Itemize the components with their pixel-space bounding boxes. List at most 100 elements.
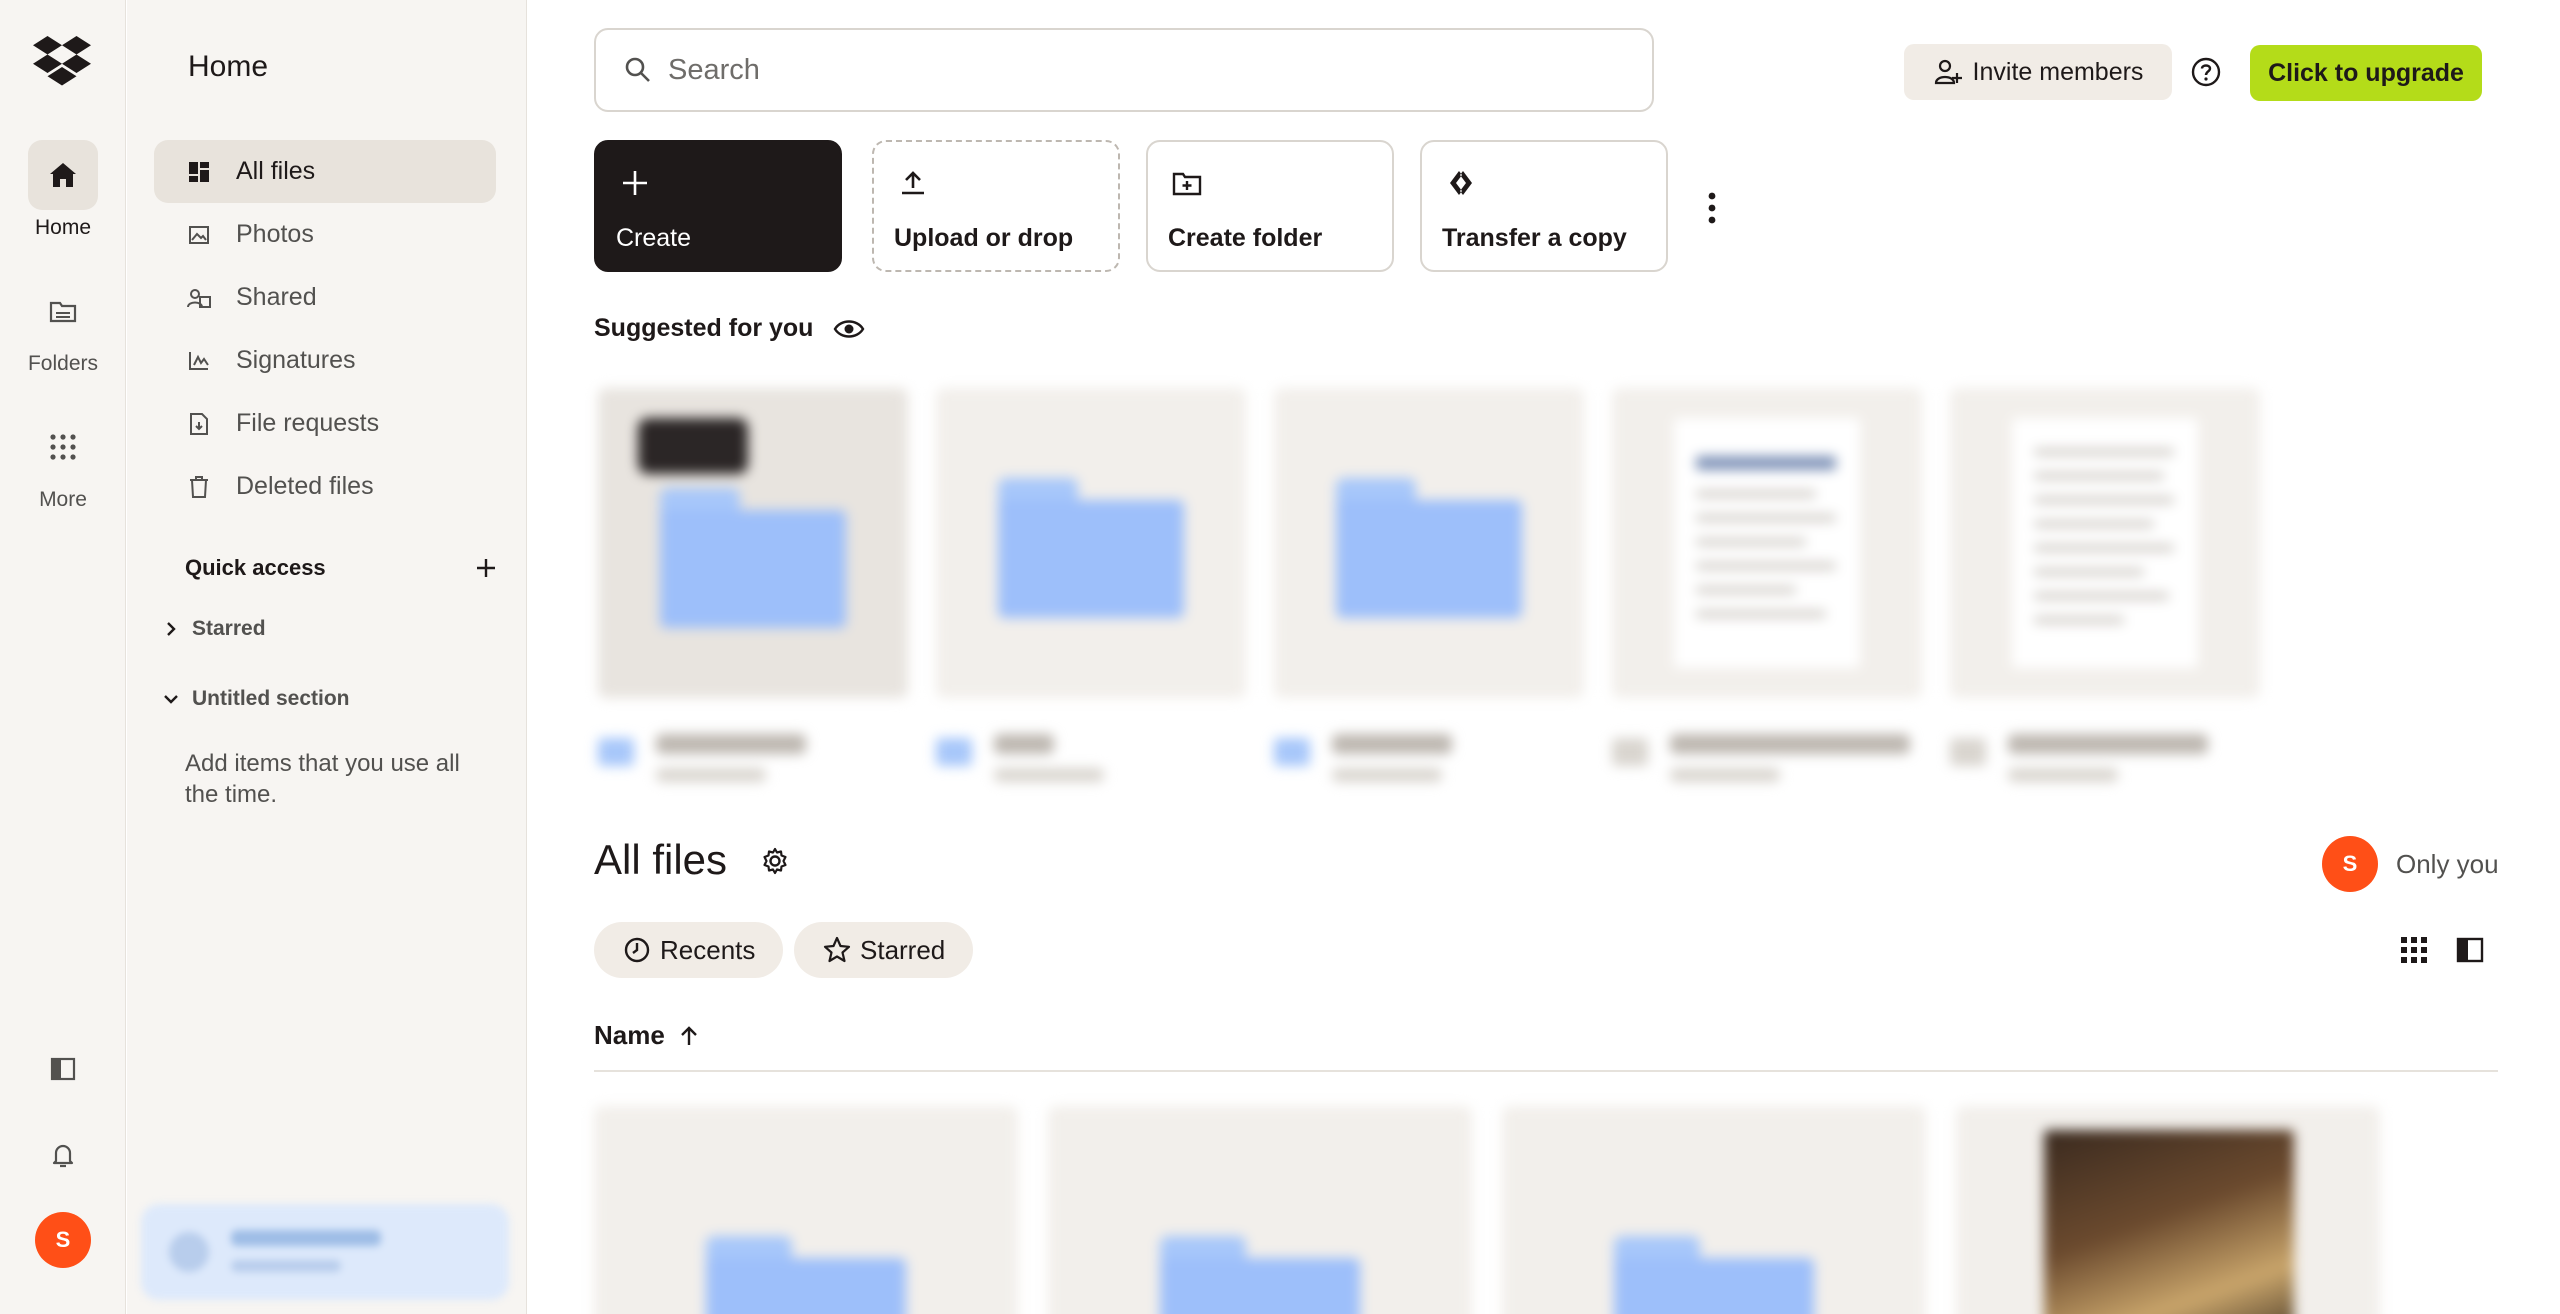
upload-label: Upload or drop xyxy=(894,224,1074,252)
info-panel-icon[interactable] xyxy=(2454,934,2486,966)
file-item[interactable] xyxy=(594,1106,1018,1314)
signatures-icon xyxy=(186,348,212,374)
sidebar-item-shared[interactable]: Shared xyxy=(154,266,496,329)
clock-icon xyxy=(622,935,652,965)
quick-access-section-starred[interactable]: Starred xyxy=(160,617,266,641)
sidebar-title: Home xyxy=(188,50,269,83)
sharing-label: Only you xyxy=(2396,848,2499,879)
transfer-button[interactable]: Transfer a copy xyxy=(1420,140,1668,272)
file-item[interactable] xyxy=(1956,1106,2380,1314)
sidebar-item-label: Signatures xyxy=(236,346,356,374)
home-icon xyxy=(28,140,98,210)
filter-starred[interactable]: Starred xyxy=(794,922,974,978)
folder-icon xyxy=(28,276,98,346)
upload-button[interactable]: Upload or drop xyxy=(872,140,1120,272)
notifications-button[interactable] xyxy=(0,1140,126,1170)
search-placeholder: Search xyxy=(668,53,760,86)
eye-icon[interactable] xyxy=(833,317,865,341)
rail-item-more[interactable]: More xyxy=(0,412,126,512)
sidebar-toggle-icon xyxy=(50,1057,76,1081)
more-actions-button[interactable] xyxy=(1700,190,1724,226)
upload-icon xyxy=(896,166,930,200)
shared-icon xyxy=(186,285,212,311)
invite-members-button[interactable]: Invite members xyxy=(1904,44,2172,100)
help-icon[interactable] xyxy=(2190,56,2222,88)
account-card[interactable] xyxy=(141,1204,509,1300)
sidebar-item-all-files[interactable]: All files xyxy=(154,140,496,203)
sidebar-item-photos[interactable]: Photos xyxy=(154,203,496,266)
rail-label: Home xyxy=(34,216,92,239)
column-label: Name xyxy=(594,1020,665,1050)
section-label: Untitled section xyxy=(192,687,350,710)
sidebar-item-file-requests[interactable]: File requests xyxy=(154,392,496,455)
quick-access-section-untitled[interactable]: Untitled section xyxy=(160,687,350,711)
photos-icon xyxy=(186,222,212,248)
quick-access-hint: Add items that you use all the time. xyxy=(185,750,460,808)
add-person-icon xyxy=(1933,57,1963,87)
rail-label: More xyxy=(39,488,87,511)
arrow-up-icon xyxy=(679,1025,699,1047)
sidebar-item-label: Deleted files xyxy=(236,472,374,500)
quick-access-header: Quick access xyxy=(185,555,497,581)
all-files-title: All files xyxy=(594,836,728,883)
filter-label: Recents xyxy=(660,934,756,965)
avatar: S xyxy=(2322,836,2378,892)
grid-icon xyxy=(28,412,98,482)
chevron-right-icon xyxy=(160,621,182,637)
filter-recents[interactable]: Recents xyxy=(594,922,784,978)
gear-icon[interactable] xyxy=(760,846,790,876)
name-column-header[interactable]: Name xyxy=(594,1020,699,1051)
rail-label: Folders xyxy=(27,352,99,375)
suggested-item-meta xyxy=(598,728,908,798)
section-label: Starred xyxy=(192,617,266,640)
rail-item-home[interactable]: Home xyxy=(0,140,126,240)
suggested-item[interactable] xyxy=(1612,388,1922,698)
app-rail: Home Folders More S xyxy=(0,0,126,1314)
sharing-status[interactable]: S Only you xyxy=(2322,836,2499,892)
kebab-menu-icon xyxy=(1708,192,1716,224)
divider xyxy=(594,1070,2498,1072)
sidebar-toggle-button[interactable] xyxy=(0,1054,126,1084)
create-folder-label: Create folder xyxy=(1168,224,1323,252)
trash-icon xyxy=(186,474,212,500)
plus-icon xyxy=(618,166,652,200)
suggested-item[interactable] xyxy=(936,388,1246,698)
file-item[interactable] xyxy=(1502,1106,1926,1314)
suggested-item[interactable] xyxy=(598,388,908,698)
suggested-title: Suggested for you xyxy=(594,314,814,342)
account-avatar-button[interactable]: S xyxy=(0,1212,126,1268)
file-item[interactable] xyxy=(1048,1106,1472,1314)
sidebar-item-signatures[interactable]: Signatures xyxy=(154,329,496,392)
suggested-item[interactable] xyxy=(1950,388,2260,698)
sidebar-item-label: Photos xyxy=(236,220,314,248)
dropbox-logo-icon[interactable] xyxy=(33,36,91,88)
sidebar-item-label: File requests xyxy=(236,409,380,437)
avatar: S xyxy=(35,1212,91,1268)
plus-icon[interactable] xyxy=(475,557,497,579)
suggested-item-meta xyxy=(1950,728,2260,798)
suggested-item-meta xyxy=(1612,728,1922,798)
search-input[interactable]: Search xyxy=(594,28,1654,112)
upgrade-button[interactable]: Click to upgrade xyxy=(2250,45,2482,101)
sidebar-item-label: All files xyxy=(236,157,316,185)
create-folder-button[interactable]: Create folder xyxy=(1146,140,1394,272)
create-label: Create xyxy=(616,224,692,252)
search-icon xyxy=(625,57,650,82)
create-button[interactable]: Create xyxy=(594,140,842,272)
transfer-icon xyxy=(1444,166,1478,200)
star-icon xyxy=(822,935,852,965)
sidebar-nav: All files Photos Shared Signatures File … xyxy=(154,140,496,518)
all-files-icon xyxy=(186,159,212,185)
sidebar-item-deleted-files[interactable]: Deleted files xyxy=(154,455,496,518)
suggested-item[interactable] xyxy=(1274,388,1584,698)
quick-access-title: Quick access xyxy=(185,555,326,580)
rail-item-folders[interactable]: Folders xyxy=(0,276,126,376)
invite-members-label: Invite members xyxy=(1972,57,2144,86)
filter-label: Starred xyxy=(860,934,946,965)
suggested-item-meta xyxy=(936,728,1246,798)
sidebar-item-label: Shared xyxy=(236,283,317,311)
transfer-label: Transfer a copy xyxy=(1442,224,1627,252)
grid-view-icon[interactable] xyxy=(2398,934,2430,966)
file-requests-icon xyxy=(186,411,212,437)
suggested-item-meta xyxy=(1274,728,1584,798)
